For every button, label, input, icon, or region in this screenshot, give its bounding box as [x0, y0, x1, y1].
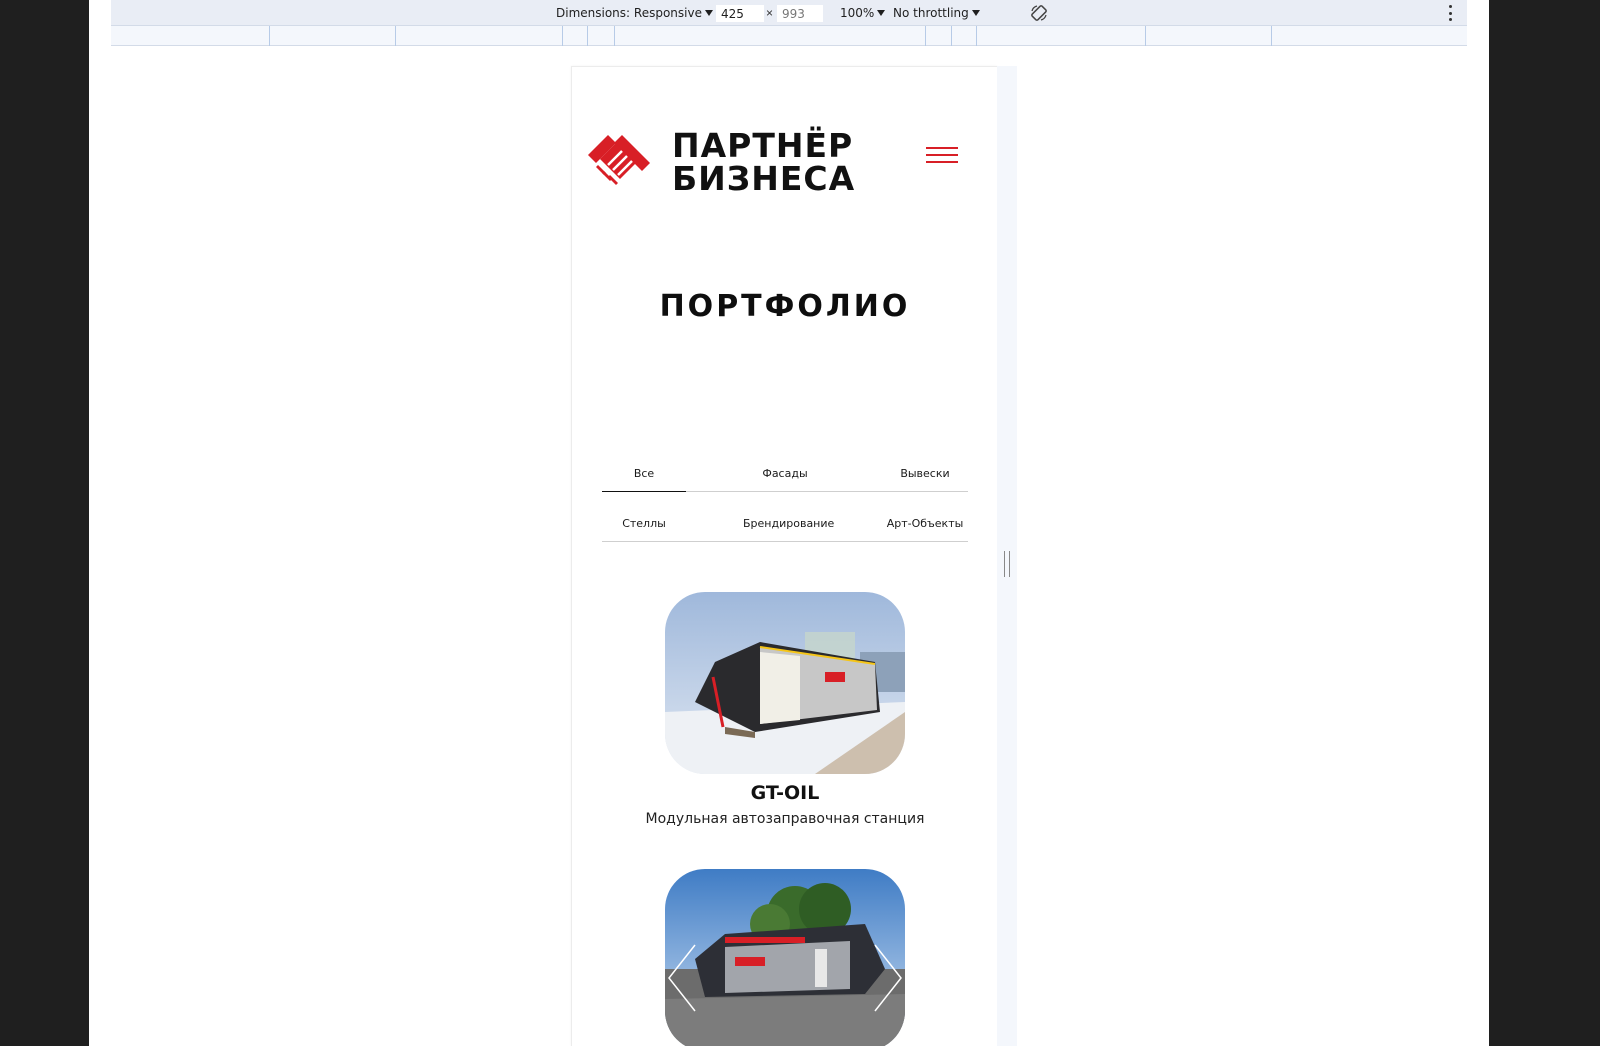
logo-wordmark: ПАРТНЁР БИЗНЕСА: [672, 129, 855, 195]
page-title: ПОРТФОЛИО: [659, 289, 911, 324]
zoom-dropdown[interactable]: 100%: [840, 0, 886, 26]
filter-tabs-row-2: Стеллы Брендирование Арт-Объекты: [602, 510, 968, 542]
handshake-logo-icon: [588, 135, 650, 185]
filter-tab-branding[interactable]: Брендирование: [743, 510, 834, 542]
width-input[interactable]: [716, 5, 764, 22]
times-sign: ×: [766, 6, 774, 20]
menu-icon[interactable]: [926, 147, 958, 163]
arrow-left-icon[interactable]: [667, 943, 697, 1013]
devtools-window: Dimensions: Responsive × 100% No throttl…: [89, 0, 1489, 1046]
portfolio-item-title[interactable]: GT-OIL: [572, 782, 997, 804]
portfolio-image[interactable]: [665, 869, 905, 1046]
device-viewport: ПАРТНЁР БИЗНЕСА ПОРТФОЛИО Все Фасады Выв…: [571, 66, 997, 1046]
filter-tab-signs[interactable]: Вывески: [883, 460, 967, 492]
zoom-label: 100%: [840, 6, 875, 20]
media-query-ruler: [111, 26, 1467, 46]
more-options-icon[interactable]: [1449, 5, 1453, 21]
portfolio-image[interactable]: [665, 592, 905, 774]
caret-down-icon: [877, 10, 886, 16]
portfolio-item-description: Модульная автозаправочная станция: [645, 811, 925, 827]
resize-handle-icon[interactable]: [1004, 551, 1010, 577]
logo-line2: БИЗНЕСА: [672, 159, 856, 198]
filter-tabs-row-1: Все Фасады Вывески: [602, 460, 968, 492]
filter-tab-art-objects[interactable]: Арт-Объекты: [883, 510, 967, 542]
logo-line1: ПАРТНЁР: [672, 126, 854, 165]
throttling-label: No throttling: [893, 6, 969, 20]
height-input[interactable]: [777, 5, 823, 22]
filter-tab-steles[interactable]: Стеллы: [602, 510, 686, 542]
filter-tab-all[interactable]: Все: [602, 460, 686, 492]
arrow-right-icon[interactable]: [873, 943, 903, 1013]
throttling-dropdown[interactable]: No throttling: [893, 0, 980, 26]
caret-down-icon: [704, 10, 713, 16]
device-toolbar: Dimensions: Responsive × 100% No throttl…: [111, 0, 1467, 26]
dimensions-label: Dimensions: Responsive: [556, 6, 702, 20]
caret-down-icon: [971, 10, 980, 16]
rotate-icon[interactable]: [1029, 3, 1049, 23]
dimensions-dropdown[interactable]: Dimensions: Responsive: [556, 0, 713, 26]
site-logo[interactable]: ПАРТНЁР БИЗНЕСА: [586, 117, 868, 195]
filter-tab-facades[interactable]: Фасады: [743, 460, 827, 492]
